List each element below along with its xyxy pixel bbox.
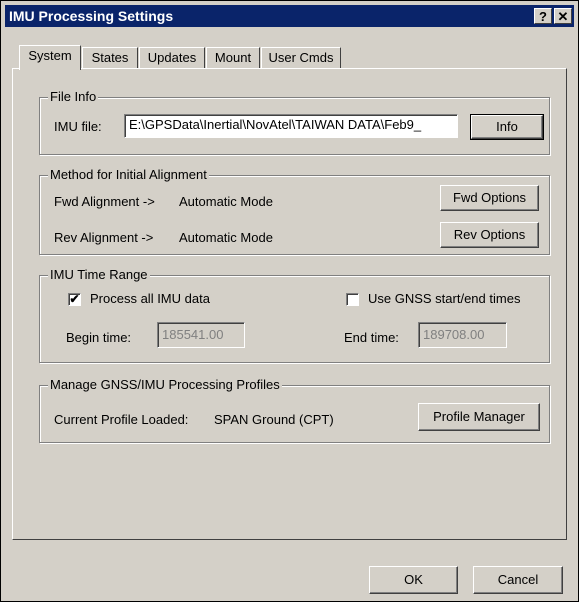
imu-file-field[interactable]: E:\GPSData\Inertial\NovAtel\TAIWAN DATA\… xyxy=(124,114,458,138)
title-bar: IMU Processing Settings ? ✕ xyxy=(5,5,574,27)
time-range-title: IMU Time Range xyxy=(48,267,150,282)
current-profile-label: Current Profile Loaded: xyxy=(54,412,189,427)
begin-time-field[interactable]: 185541.00 xyxy=(157,322,245,348)
file-info-group: File Info IMU file: E:\GPSData\Inertial\… xyxy=(39,89,550,155)
alignment-title: Method for Initial Alignment xyxy=(48,167,209,182)
rev-alignment-mode: Automatic Mode xyxy=(179,230,273,245)
window-title: IMU Processing Settings xyxy=(9,8,174,24)
info-button[interactable]: Info xyxy=(470,114,544,140)
imu-file-label: IMU file: xyxy=(54,119,102,134)
tab-system[interactable]: System xyxy=(19,45,81,70)
file-info-title: File Info xyxy=(48,89,99,104)
end-time-field[interactable]: 189708.00 xyxy=(418,322,507,348)
tab-user-cmds[interactable]: User Cmds xyxy=(261,47,341,69)
cancel-button[interactable]: Cancel xyxy=(473,566,563,594)
time-range-group: IMU Time Range ✔ Process all IMU data Us… xyxy=(39,267,550,363)
use-gnss-times-checkbox[interactable] xyxy=(346,293,359,306)
use-gnss-times-label: Use GNSS start/end times xyxy=(368,291,521,306)
fwd-options-button[interactable]: Fwd Options xyxy=(440,185,539,211)
begin-time-label: Begin time: xyxy=(66,330,132,345)
tab-updates[interactable]: Updates xyxy=(139,47,205,69)
tab-states[interactable]: States xyxy=(82,47,138,69)
alignment-group: Method for Initial Alignment Fwd Alignme… xyxy=(39,167,550,255)
help-button[interactable]: ? xyxy=(534,8,552,24)
system-tab-panel: File Info IMU file: E:\GPSData\Inertial\… xyxy=(12,68,567,540)
profiles-title: Manage GNSS/IMU Processing Profiles xyxy=(48,377,282,392)
current-profile-value: SPAN Ground (CPT) xyxy=(214,412,334,427)
end-time-label: End time: xyxy=(344,330,399,345)
process-all-checkbox[interactable]: ✔ xyxy=(68,293,81,306)
close-button[interactable]: ✕ xyxy=(554,8,572,24)
profiles-group: Manage GNSS/IMU Processing Profiles Curr… xyxy=(39,377,550,443)
ok-button[interactable]: OK xyxy=(369,566,458,594)
fwd-alignment-label: Fwd Alignment -> xyxy=(54,194,155,209)
profile-manager-button[interactable]: Profile Manager xyxy=(418,403,540,431)
dialog-window: IMU Processing Settings ? ✕ System State… xyxy=(0,0,579,602)
fwd-alignment-mode: Automatic Mode xyxy=(179,194,273,209)
tab-mount[interactable]: Mount xyxy=(206,47,260,69)
process-all-label: Process all IMU data xyxy=(90,291,210,306)
rev-alignment-label: Rev Alignment -> xyxy=(54,230,154,245)
rev-options-button[interactable]: Rev Options xyxy=(440,222,539,248)
